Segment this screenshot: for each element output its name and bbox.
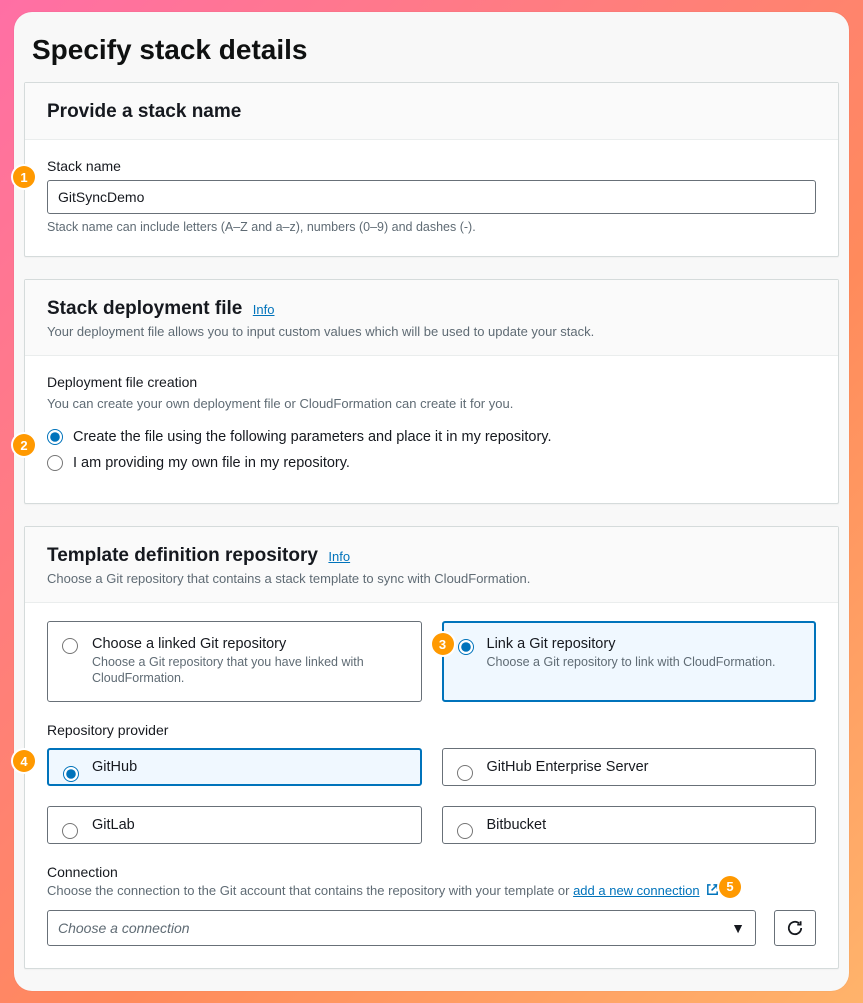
tile-title: Bitbucket bbox=[487, 817, 800, 833]
tile-linked-repo[interactable]: Choose a linked Git repository Choose a … bbox=[47, 621, 422, 702]
card-header: Stack deployment file Info Your deployme… bbox=[25, 280, 838, 356]
card-body: 1 Stack name Stack name can include lett… bbox=[25, 140, 838, 256]
card-header: Template definition repository Info Choo… bbox=[25, 527, 838, 603]
info-link[interactable]: Info bbox=[253, 302, 275, 317]
callout-badge-1: 1 bbox=[13, 166, 35, 188]
provider-tiles: GitHub GitHub Enterprise Server GitLab B… bbox=[47, 748, 816, 844]
provider-label: Repository provider bbox=[47, 722, 816, 738]
repo-mode-tiles: Choose a linked Git repository Choose a … bbox=[47, 621, 816, 702]
external-link-icon bbox=[705, 882, 720, 900]
callout-badge-2: 2 bbox=[13, 434, 35, 456]
radio-gitlab[interactable] bbox=[62, 823, 78, 839]
tile-desc: Choose a Git repository that you have li… bbox=[92, 654, 405, 687]
tile-title: GitHub Enterprise Server bbox=[487, 759, 800, 775]
tile-title: GitHub bbox=[92, 759, 405, 775]
deployment-option-own[interactable]: I am providing my own file in my reposit… bbox=[47, 455, 816, 471]
tile-provider-github[interactable]: GitHub bbox=[47, 748, 422, 786]
deployment-creation-label: Deployment file creation bbox=[47, 374, 816, 390]
radio-github[interactable] bbox=[63, 766, 79, 782]
callout-badge-3: 3 bbox=[432, 633, 454, 655]
add-connection-link[interactable]: add a new connection bbox=[573, 883, 699, 898]
card-description: Your deployment file allows you to input… bbox=[47, 324, 816, 339]
tile-provider-gitlab[interactable]: GitLab bbox=[47, 806, 422, 844]
tile-link-new-repo[interactable]: 3 Link a Git repository Choose a Git rep… bbox=[442, 621, 817, 702]
radio-create-file[interactable] bbox=[47, 429, 63, 445]
stack-name-card: Provide a stack name 1 Stack name Stack … bbox=[24, 82, 839, 257]
radio-label: I am providing my own file in my reposit… bbox=[73, 455, 350, 471]
stack-name-hint: Stack name can include letters (A–Z and … bbox=[47, 220, 816, 234]
callout-badge-4: 4 bbox=[13, 750, 35, 772]
connection-desc: Choose the connection to the Git account… bbox=[47, 882, 816, 900]
template-repo-card: Template definition repository Info Choo… bbox=[24, 526, 839, 969]
card-header: Provide a stack name bbox=[25, 83, 838, 140]
stack-details-panel: Specify stack details Provide a stack na… bbox=[14, 12, 849, 991]
tile-title: Choose a linked Git repository bbox=[92, 636, 405, 652]
radio-ghes[interactable] bbox=[457, 765, 473, 781]
caret-down-icon: ▼ bbox=[731, 920, 745, 936]
radio-own-file[interactable] bbox=[47, 455, 63, 471]
tile-title: GitLab bbox=[92, 817, 405, 833]
card-description: Choose a Git repository that contains a … bbox=[47, 571, 816, 586]
page-title: Specify stack details bbox=[24, 22, 839, 82]
card-title: Provide a stack name bbox=[47, 101, 241, 122]
refresh-button[interactable] bbox=[774, 910, 816, 946]
deployment-creation-sub: You can create your own deployment file … bbox=[47, 396, 816, 411]
connection-label: Connection bbox=[47, 864, 816, 880]
connection-select[interactable]: Choose a connection ▼ bbox=[47, 910, 756, 946]
card-title: Stack deployment file bbox=[47, 298, 242, 319]
deployment-option-create[interactable]: Create the file using the following para… bbox=[47, 429, 816, 445]
connection-row: Choose a connection ▼ bbox=[47, 910, 816, 946]
stack-name-label: Stack name bbox=[47, 158, 816, 174]
radio-link-new-repo[interactable] bbox=[458, 639, 474, 655]
tile-desc: Choose a Git repository to link with Clo… bbox=[487, 654, 800, 670]
card-body: Choose a linked Git repository Choose a … bbox=[25, 603, 838, 968]
tile-provider-ghes[interactable]: GitHub Enterprise Server bbox=[442, 748, 817, 786]
callout-badge-5: 5 bbox=[719, 876, 741, 898]
stack-name-input[interactable] bbox=[47, 180, 816, 214]
refresh-icon bbox=[786, 919, 804, 937]
select-placeholder: Choose a connection bbox=[58, 920, 190, 936]
tile-title: Link a Git repository bbox=[487, 636, 800, 652]
tile-provider-bitbucket[interactable]: Bitbucket bbox=[442, 806, 817, 844]
radio-label: Create the file using the following para… bbox=[73, 429, 551, 445]
radio-bitbucket[interactable] bbox=[457, 823, 473, 839]
card-body: Deployment file creation You can create … bbox=[25, 356, 838, 503]
deployment-file-card: Stack deployment file Info Your deployme… bbox=[24, 279, 839, 504]
info-link[interactable]: Info bbox=[328, 549, 350, 564]
radio-linked-repo[interactable] bbox=[62, 638, 78, 654]
card-title: Template definition repository bbox=[47, 545, 318, 566]
